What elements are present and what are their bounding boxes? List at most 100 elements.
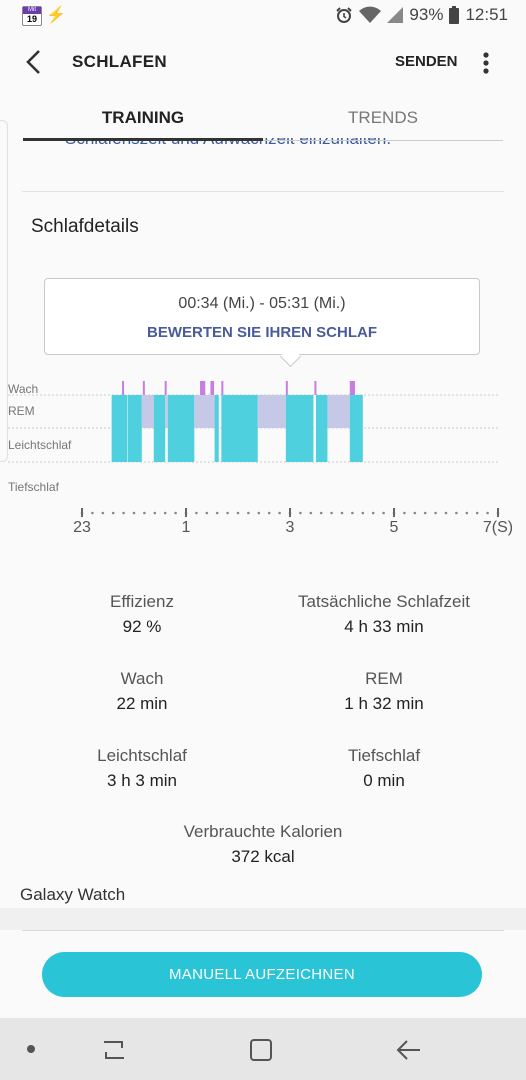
alarm-icon <box>336 7 353 23</box>
recents-icon[interactable] <box>100 1038 128 1062</box>
awake-marker <box>210 381 215 395</box>
nav-indicator-dot <box>27 1045 35 1053</box>
status-bar: Mit 19 ⚡ 93% 12:51 <box>0 0 526 30</box>
rem-sleep-bar <box>165 395 168 428</box>
stat-label: Verbrauchte Kalorien <box>183 822 343 841</box>
awake-marker <box>200 381 206 395</box>
axis-dot <box>215 511 219 515</box>
stat-value: 372 kcal <box>231 847 295 866</box>
axis-dot <box>309 511 313 515</box>
awake-marker <box>221 381 224 395</box>
axis-dot <box>163 511 167 515</box>
stat-value: 4 h 33 min <box>344 617 424 636</box>
axis-dot <box>278 511 281 515</box>
page-title: SCHLAFEN <box>72 52 167 71</box>
axis-dot <box>153 511 157 515</box>
signal-icon <box>387 7 404 23</box>
awake-marker <box>314 381 317 395</box>
section-title: Schlafdetails <box>31 216 139 237</box>
send-button[interactable]: SENDEN <box>395 53 458 70</box>
light-sleep-bar <box>167 395 195 462</box>
light-sleep-bar <box>349 395 363 462</box>
battery-percent: 93% <box>409 5 444 24</box>
back-icon[interactable] <box>394 1038 422 1062</box>
calendar-date: 19 <box>26 14 37 24</box>
axis-dot <box>361 511 365 515</box>
divider <box>22 191 504 192</box>
tab-bar: TRAINING TRENDS <box>0 96 526 144</box>
stat-value: 92 % <box>122 617 162 636</box>
manual-record-button[interactable]: MANUELL AUFZEICHNEN <box>42 952 482 997</box>
data-source-label: Galaxy Watch <box>20 885 126 904</box>
axis-dot <box>413 511 417 515</box>
section-separator <box>0 908 526 930</box>
stat-value: 3 h 3 min <box>107 771 177 790</box>
axis-dot <box>340 511 344 515</box>
axis-dot <box>351 511 354 515</box>
home-icon[interactable] <box>248 1038 274 1062</box>
stat-label: REM <box>365 669 403 688</box>
navigation-bar <box>0 1018 526 1080</box>
lightning-icon: ⚡ <box>46 7 66 24</box>
status-bar-right: 93% 12:51 <box>335 4 508 26</box>
axis-dot <box>330 511 333 515</box>
tab-divider <box>263 140 503 141</box>
axis-dot <box>299 511 302 515</box>
awake-marker <box>142 381 145 395</box>
tab-trends[interactable]: TRENDS <box>263 108 503 128</box>
light-sleep-bar <box>111 395 128 462</box>
axis-dot <box>174 511 177 515</box>
tab-training[interactable]: TRAINING <box>23 108 263 128</box>
calendar-day-label: Mit <box>23 7 41 14</box>
axis-dot <box>486 511 489 515</box>
axis-dot <box>267 511 271 515</box>
stat-label: Tiefschlaf <box>347 746 421 765</box>
axis-dot <box>475 511 479 515</box>
light-sleep-bar <box>214 395 219 462</box>
rate-sleep-link[interactable]: BEWERTEN SIE IHREN SCHLAF <box>45 324 479 341</box>
axis-dot <box>111 511 115 515</box>
chevron-left-icon <box>26 50 40 74</box>
axis-dot <box>226 511 229 515</box>
axis-dot <box>319 511 323 515</box>
axis-dot <box>91 511 94 515</box>
stat-label: Leichtschlaf <box>97 746 187 765</box>
axis-dot <box>434 511 437 515</box>
stat-label: Effizienz <box>110 592 174 611</box>
light-sleep-bar <box>221 395 258 462</box>
x-tick-label: 3 <box>286 519 295 536</box>
axis-dot <box>403 511 406 515</box>
light-sleep-bar <box>285 395 314 462</box>
back-button[interactable] <box>16 45 50 79</box>
awake-marker <box>285 381 288 395</box>
axis-dot <box>257 511 261 515</box>
awake-marker <box>164 381 167 395</box>
axis-dot <box>444 511 448 515</box>
x-tick-label: 23 <box>73 519 91 536</box>
rem-sleep-bar <box>257 395 286 428</box>
sleep-tooltip[interactable]: 00:34 (Mi.) - 05:31 (Mi.) BEWERTEN SIE I… <box>44 278 480 355</box>
wifi-icon <box>359 6 382 23</box>
rem-sleep-bar <box>141 395 154 428</box>
stat-label: Tatsächliche Schlafzeit <box>298 592 470 611</box>
axis-dot <box>205 511 209 515</box>
x-tick-label: 5 <box>390 519 399 536</box>
axis-dot <box>101 511 105 515</box>
rem-sleep-bar <box>194 395 215 428</box>
sleep-time-range: 00:34 (Mi.) - 05:31 (Mi.) <box>178 295 346 312</box>
axis-dot <box>122 511 125 515</box>
more-vert-icon <box>483 52 489 74</box>
app-bar: SCHLAFEN SENDEN <box>0 30 526 94</box>
stat-value: 22 min <box>116 694 168 713</box>
more-options-button[interactable] <box>472 48 500 78</box>
clock: 12:51 <box>465 5 508 24</box>
x-tick-label: 1 <box>182 519 191 536</box>
light-sleep-bar <box>127 395 142 462</box>
axis-dot <box>143 511 146 515</box>
axis-dot <box>371 511 375 515</box>
light-sleep-bar <box>153 395 166 462</box>
x-tick-label: 7(S) <box>483 519 513 536</box>
axis-dot <box>132 511 136 515</box>
stat-value: 0 min <box>363 771 405 790</box>
stat-value: 1 h 32 min <box>344 694 424 713</box>
